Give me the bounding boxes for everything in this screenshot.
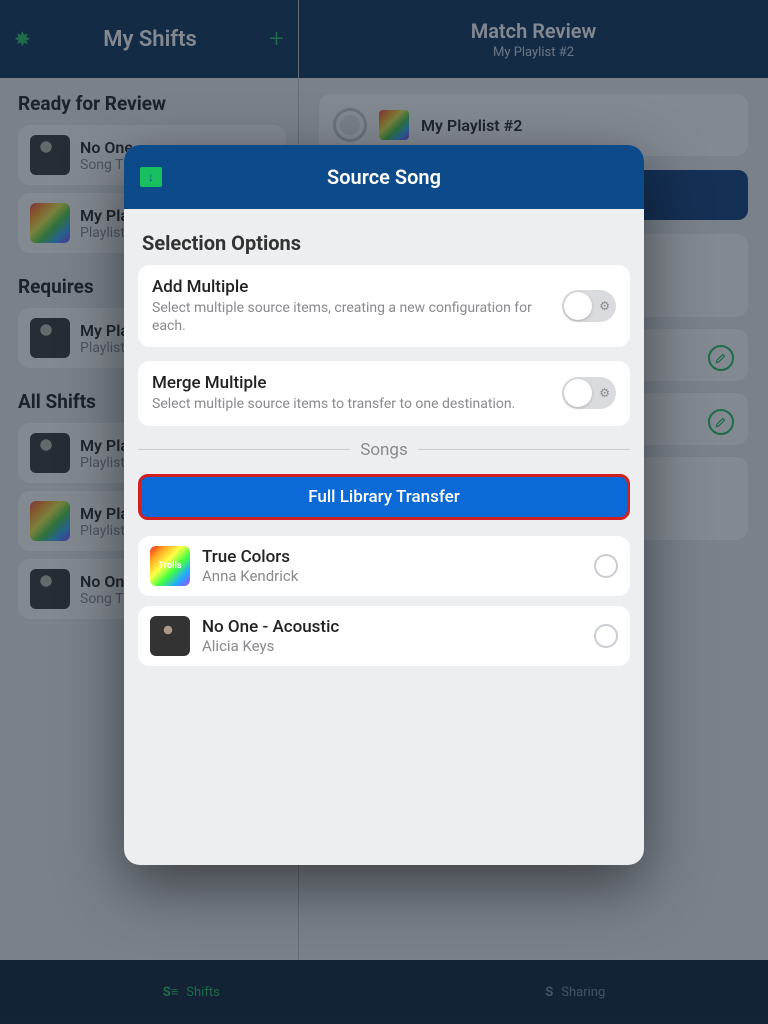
modal-header: Source Song <box>124 145 644 209</box>
full-library-transfer-button[interactable]: Full Library Transfer <box>138 474 630 520</box>
button-label: Full Library Transfer <box>308 487 460 507</box>
song-item[interactable]: Trolls True Colors Anna Kendrick <box>138 536 630 596</box>
song-item[interactable]: No One - Acoustic Alicia Keys <box>138 606 630 666</box>
song-title: No One - Acoustic <box>202 617 339 637</box>
modal-body: Selection Options Add Multiple Select mu… <box>124 209 644 865</box>
songs-divider: Songs <box>138 440 630 460</box>
song-thumb-icon <box>150 616 190 656</box>
option-title: Add Multiple <box>152 277 552 297</box>
radio-select[interactable] <box>594 554 618 578</box>
radio-select[interactable] <box>594 624 618 648</box>
download-icon[interactable] <box>140 167 162 187</box>
song-artist: Anna Kendrick <box>202 567 298 585</box>
toggle-add-multiple[interactable]: ⚙ <box>562 290 616 322</box>
app-root: ✸ My Shifts + Ready for Review No One So… <box>0 0 768 1024</box>
toggle-merge-multiple[interactable]: ⚙ <box>562 377 616 409</box>
gear-icon: ⚙ <box>599 299 610 313</box>
gear-icon: ⚙ <box>599 386 610 400</box>
option-merge-multiple[interactable]: Merge Multiple Select multiple source it… <box>138 361 630 425</box>
modal-title: Source Song <box>327 165 441 189</box>
toggle-knob <box>564 292 592 320</box>
option-add-multiple[interactable]: Add Multiple Select multiple source item… <box>138 265 630 347</box>
divider-label: Songs <box>360 440 408 460</box>
option-subtitle: Select multiple source items, creating a… <box>152 299 552 335</box>
option-subtitle: Select multiple source items to transfer… <box>152 395 552 413</box>
option-title: Merge Multiple <box>152 373 552 393</box>
source-song-modal: Source Song Selection Options Add Multip… <box>124 145 644 865</box>
song-title: True Colors <box>202 547 298 567</box>
song-artist: Alicia Keys <box>202 637 339 655</box>
toggle-knob <box>564 379 592 407</box>
song-thumb-icon: Trolls <box>150 546 190 586</box>
modal-section-title: Selection Options <box>142 231 630 255</box>
